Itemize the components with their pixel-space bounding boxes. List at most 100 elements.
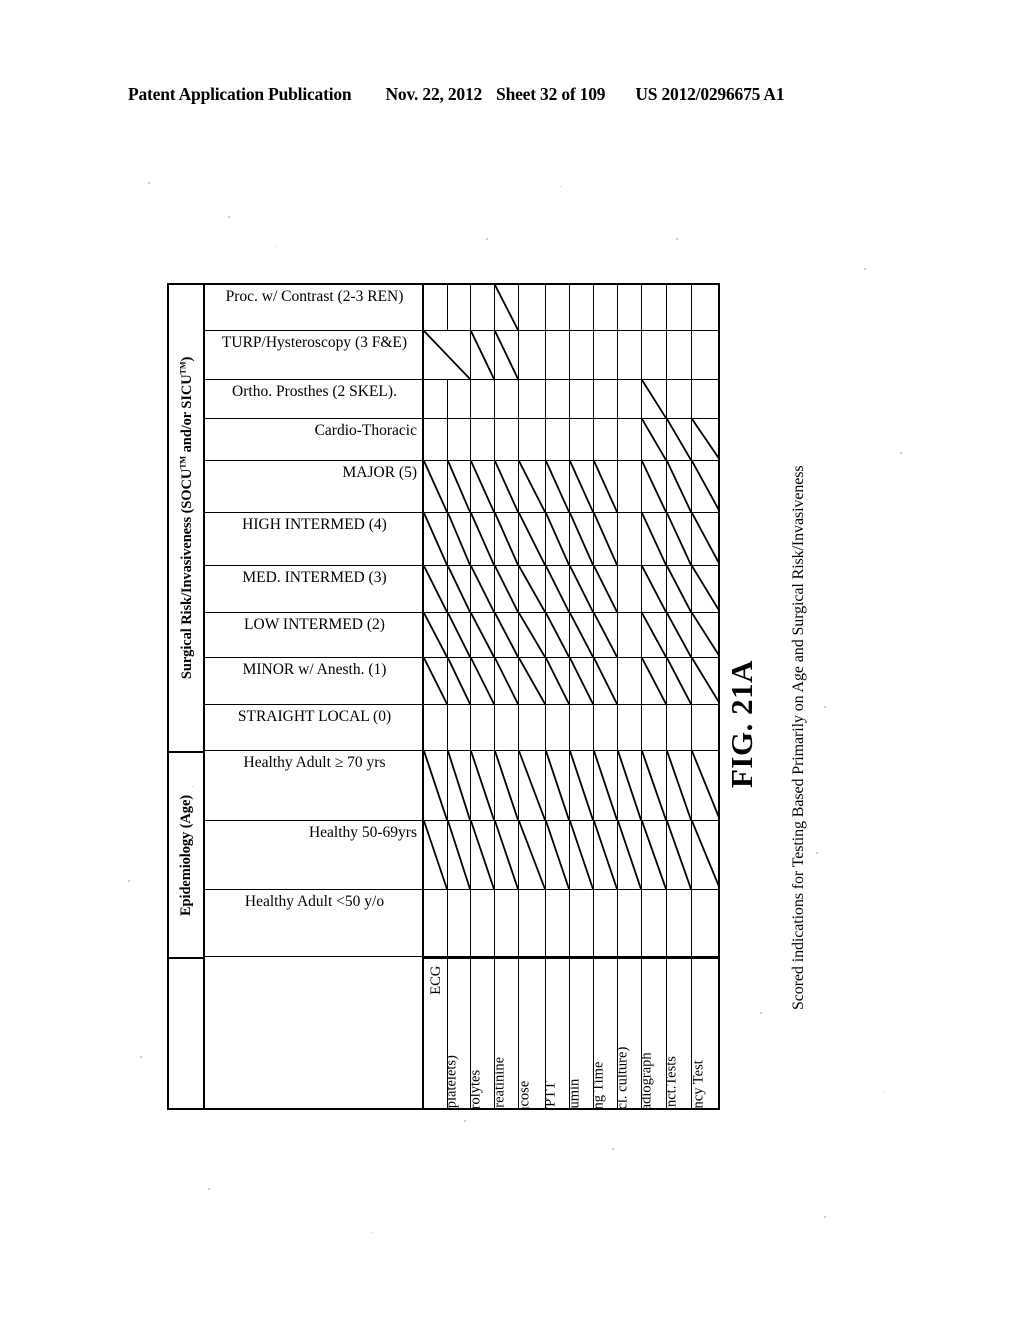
table-cell[interactable] (594, 821, 618, 889)
table-cell[interactable] (618, 331, 642, 379)
table-cell[interactable] (424, 566, 448, 612)
table-cell[interactable] (448, 705, 471, 750)
table-cell[interactable] (594, 751, 618, 820)
table-cell[interactable] (495, 419, 519, 460)
table-cell[interactable] (642, 285, 667, 330)
table-cell[interactable] (471, 419, 495, 460)
table-cell[interactable] (667, 285, 692, 330)
table-cell[interactable] (642, 613, 667, 657)
table-cell[interactable] (692, 890, 720, 956)
table-cell[interactable] (519, 890, 546, 956)
column-header[interactable]: CBC (+platelets) (448, 959, 471, 1108)
column-header[interactable]: PulmFunct.Tests (667, 959, 692, 1108)
table-cell[interactable]: 3 (495, 513, 519, 565)
table-cell[interactable] (570, 513, 594, 565)
table-cell[interactable] (594, 380, 618, 418)
table-cell[interactable] (448, 613, 471, 657)
column-header[interactable]: PT/PTT (546, 959, 570, 1108)
table-cell[interactable] (570, 821, 594, 889)
table-cell[interactable]: 3 (471, 513, 495, 565)
table-cell[interactable] (667, 331, 692, 379)
table-cell[interactable] (618, 419, 642, 460)
table-cell[interactable] (570, 419, 594, 460)
table-cell[interactable] (546, 890, 570, 956)
table-cell[interactable] (546, 380, 570, 418)
column-header[interactable]: Electrolytes (471, 959, 495, 1108)
table-cell[interactable] (546, 285, 570, 330)
table-cell[interactable]: 2 (519, 513, 546, 565)
table-cell[interactable] (424, 890, 448, 956)
table-cell[interactable] (692, 751, 720, 820)
table-cell[interactable] (424, 380, 448, 418)
table-cell[interactable] (667, 890, 692, 956)
table-cell[interactable] (594, 658, 618, 704)
table-cell[interactable] (546, 821, 570, 889)
table-cell[interactable] (618, 821, 642, 889)
table-cell[interactable] (424, 751, 448, 820)
table-cell[interactable] (594, 419, 618, 460)
table-cell[interactable] (448, 380, 471, 418)
table-cell[interactable]: 3 (495, 461, 519, 512)
table-cell[interactable] (424, 331, 471, 379)
table-cell[interactable] (642, 658, 667, 704)
table-cell[interactable]: 2 (495, 566, 519, 612)
column-header[interactable]: Urine (incl. culture) (618, 959, 642, 1108)
table-cell[interactable] (546, 331, 570, 379)
table-cell[interactable] (692, 705, 720, 750)
table-cell[interactable] (642, 890, 667, 956)
table-cell[interactable] (618, 380, 642, 418)
table-cell[interactable]: 2 (495, 285, 519, 330)
table-cell[interactable] (471, 658, 495, 704)
table-cell[interactable]: 2 (424, 821, 448, 889)
table-cell[interactable] (471, 890, 495, 956)
table-cell[interactable] (692, 566, 720, 612)
table-cell[interactable] (618, 461, 642, 512)
table-cell[interactable] (594, 461, 618, 512)
table-cell[interactable] (618, 890, 642, 956)
table-cell[interactable] (570, 890, 594, 956)
table-cell[interactable] (692, 821, 720, 889)
table-cell[interactable] (471, 821, 495, 889)
table-cell[interactable] (570, 285, 594, 330)
table-cell[interactable] (495, 821, 519, 889)
table-cell[interactable] (424, 705, 448, 750)
table-cell[interactable] (424, 658, 448, 704)
table-cell[interactable] (667, 613, 692, 657)
table-cell[interactable] (642, 331, 667, 379)
table-cell[interactable] (692, 613, 720, 657)
table-cell[interactable] (570, 658, 594, 704)
table-cell[interactable]: 2 (471, 566, 495, 612)
table-cell[interactable]: 3 (495, 331, 519, 379)
table-cell[interactable]: 3 (471, 331, 495, 379)
table-cell[interactable] (448, 419, 471, 460)
table-cell[interactable] (546, 658, 570, 704)
table-cell[interactable] (495, 890, 519, 956)
table-cell[interactable] (667, 705, 692, 750)
table-cell[interactable] (594, 613, 618, 657)
column-header[interactable]: Bleeding Time (594, 959, 618, 1108)
table-cell[interactable] (642, 705, 667, 750)
table-cell[interactable]: 2 (519, 751, 546, 820)
table-cell[interactable] (692, 658, 720, 704)
table-cell[interactable] (667, 513, 692, 565)
table-cell[interactable] (546, 613, 570, 657)
table-cell[interactable] (570, 331, 594, 379)
table-cell[interactable] (594, 705, 618, 750)
table-cell[interactable] (519, 566, 546, 612)
table-cell[interactable]: 2 (448, 566, 471, 612)
table-cell[interactable] (594, 890, 618, 956)
table-cell[interactable] (570, 751, 594, 820)
table-cell[interactable]: 3 (519, 461, 546, 512)
table-cell[interactable] (642, 751, 667, 820)
table-cell[interactable]: 2 (642, 461, 667, 512)
table-cell[interactable] (495, 380, 519, 418)
column-header[interactable]: Glucose (519, 959, 546, 1108)
table-cell[interactable] (692, 331, 720, 379)
table-cell[interactable] (471, 613, 495, 657)
table-cell[interactable] (424, 613, 448, 657)
table-cell[interactable] (495, 705, 519, 750)
table-cell[interactable] (448, 658, 471, 704)
table-cell[interactable] (519, 380, 546, 418)
table-cell[interactable] (519, 419, 546, 460)
table-cell[interactable] (618, 613, 642, 657)
